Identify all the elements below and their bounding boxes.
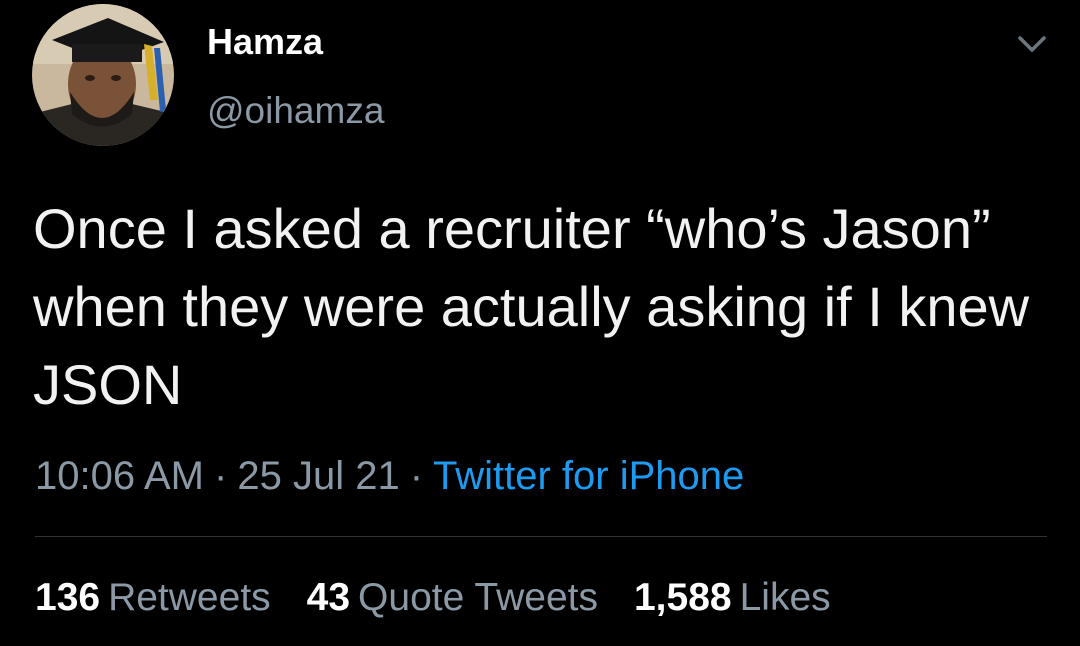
retweets-stat[interactable]: 136 Retweets	[35, 572, 271, 624]
tweet-time[interactable]: 10:06 AM	[35, 454, 204, 498]
retweets-label: Retweets	[108, 576, 271, 619]
separator-dot: ·	[409, 454, 424, 498]
avatar-photo	[32, 4, 174, 146]
separator-dot: ·	[214, 454, 228, 498]
retweets-count: 136	[35, 576, 101, 619]
quote-tweets-label: Quote Tweets	[358, 576, 598, 619]
author-handle[interactable]: @oihamza	[207, 88, 384, 134]
likes-stat[interactable]: 1,588 Likes	[634, 572, 831, 624]
tweet-text: Once I asked a recruiter “who’s Jason” w…	[33, 197, 1030, 416]
quote-tweets-stat[interactable]: 43 Quote Tweets	[307, 572, 598, 624]
author-name[interactable]: Hamza	[207, 20, 323, 64]
tweet-metadata: 10:06 AM · 25 Jul 21 · Twitter for iPhone	[35, 450, 744, 502]
tweet-detail: Hamza @oihamza Once I asked a recruiter …	[0, 0, 1080, 646]
quote-tweets-count: 43	[306, 576, 351, 619]
divider	[35, 536, 1047, 537]
author-avatar[interactable]	[32, 4, 174, 146]
engagement-stats: 136 Retweets 43 Quote Tweets 1,588 Likes	[35, 572, 867, 624]
tweet-date[interactable]: 25 Jul 21	[237, 454, 399, 498]
likes-label: Likes	[739, 576, 831, 619]
chevron-down-icon[interactable]	[1012, 26, 1052, 62]
likes-count: 1,588	[633, 576, 732, 619]
tweet-source-link[interactable]: Twitter for iPhone	[433, 454, 744, 498]
